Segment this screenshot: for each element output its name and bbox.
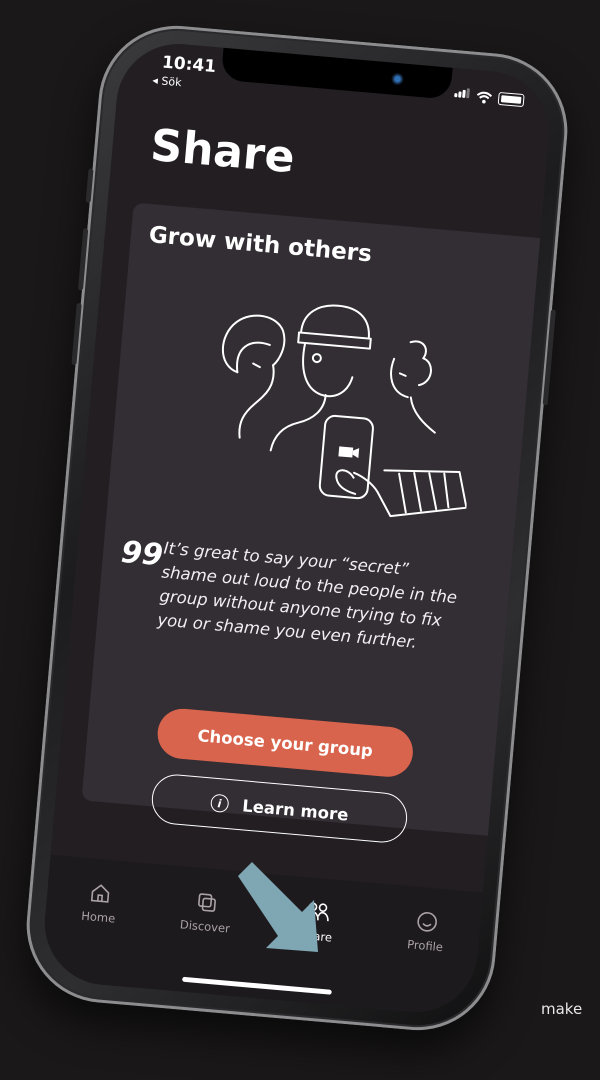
- discover-icon: [198, 893, 216, 912]
- learn-more-button[interactable]: i Learn more: [149, 772, 410, 845]
- back-to-search-link[interactable]: ◂ Sök: [152, 74, 182, 89]
- page-title: Share: [148, 119, 297, 184]
- card-title: Grow with others: [147, 222, 373, 268]
- camera-icon: [391, 72, 405, 86]
- status-icons: [454, 82, 525, 108]
- battery-icon: [497, 91, 525, 108]
- status-time: 10:41: [161, 52, 217, 78]
- home-indicator: [182, 976, 332, 995]
- wifi-icon: [476, 91, 493, 104]
- arrow-pointer-icon: [238, 862, 318, 952]
- info-icon: i: [209, 793, 230, 814]
- tab-discover-label: Discover: [179, 917, 231, 936]
- tab-profile[interactable]: Profile: [380, 906, 473, 957]
- learn-more-label: Learn more: [241, 795, 350, 825]
- side-caption: make: [541, 1000, 583, 1018]
- tab-profile-label: Profile: [406, 937, 444, 955]
- group-video-call-illustration: [222, 304, 468, 518]
- quote-icon: 99: [119, 534, 165, 574]
- tab-home-label: Home: [80, 908, 116, 926]
- cellular-signal-icon: [454, 82, 472, 102]
- grow-with-others-card: Grow with others 99 It’s great to say yo…: [81, 202, 551, 845]
- home-icon: [90, 884, 110, 903]
- tab-home[interactable]: Home: [53, 877, 146, 928]
- profile-icon: [417, 912, 437, 932]
- testimonial-quote: It’s great to say your “secret” shame ou…: [156, 538, 458, 652]
- choose-your-group-button[interactable]: Choose your group: [155, 706, 415, 779]
